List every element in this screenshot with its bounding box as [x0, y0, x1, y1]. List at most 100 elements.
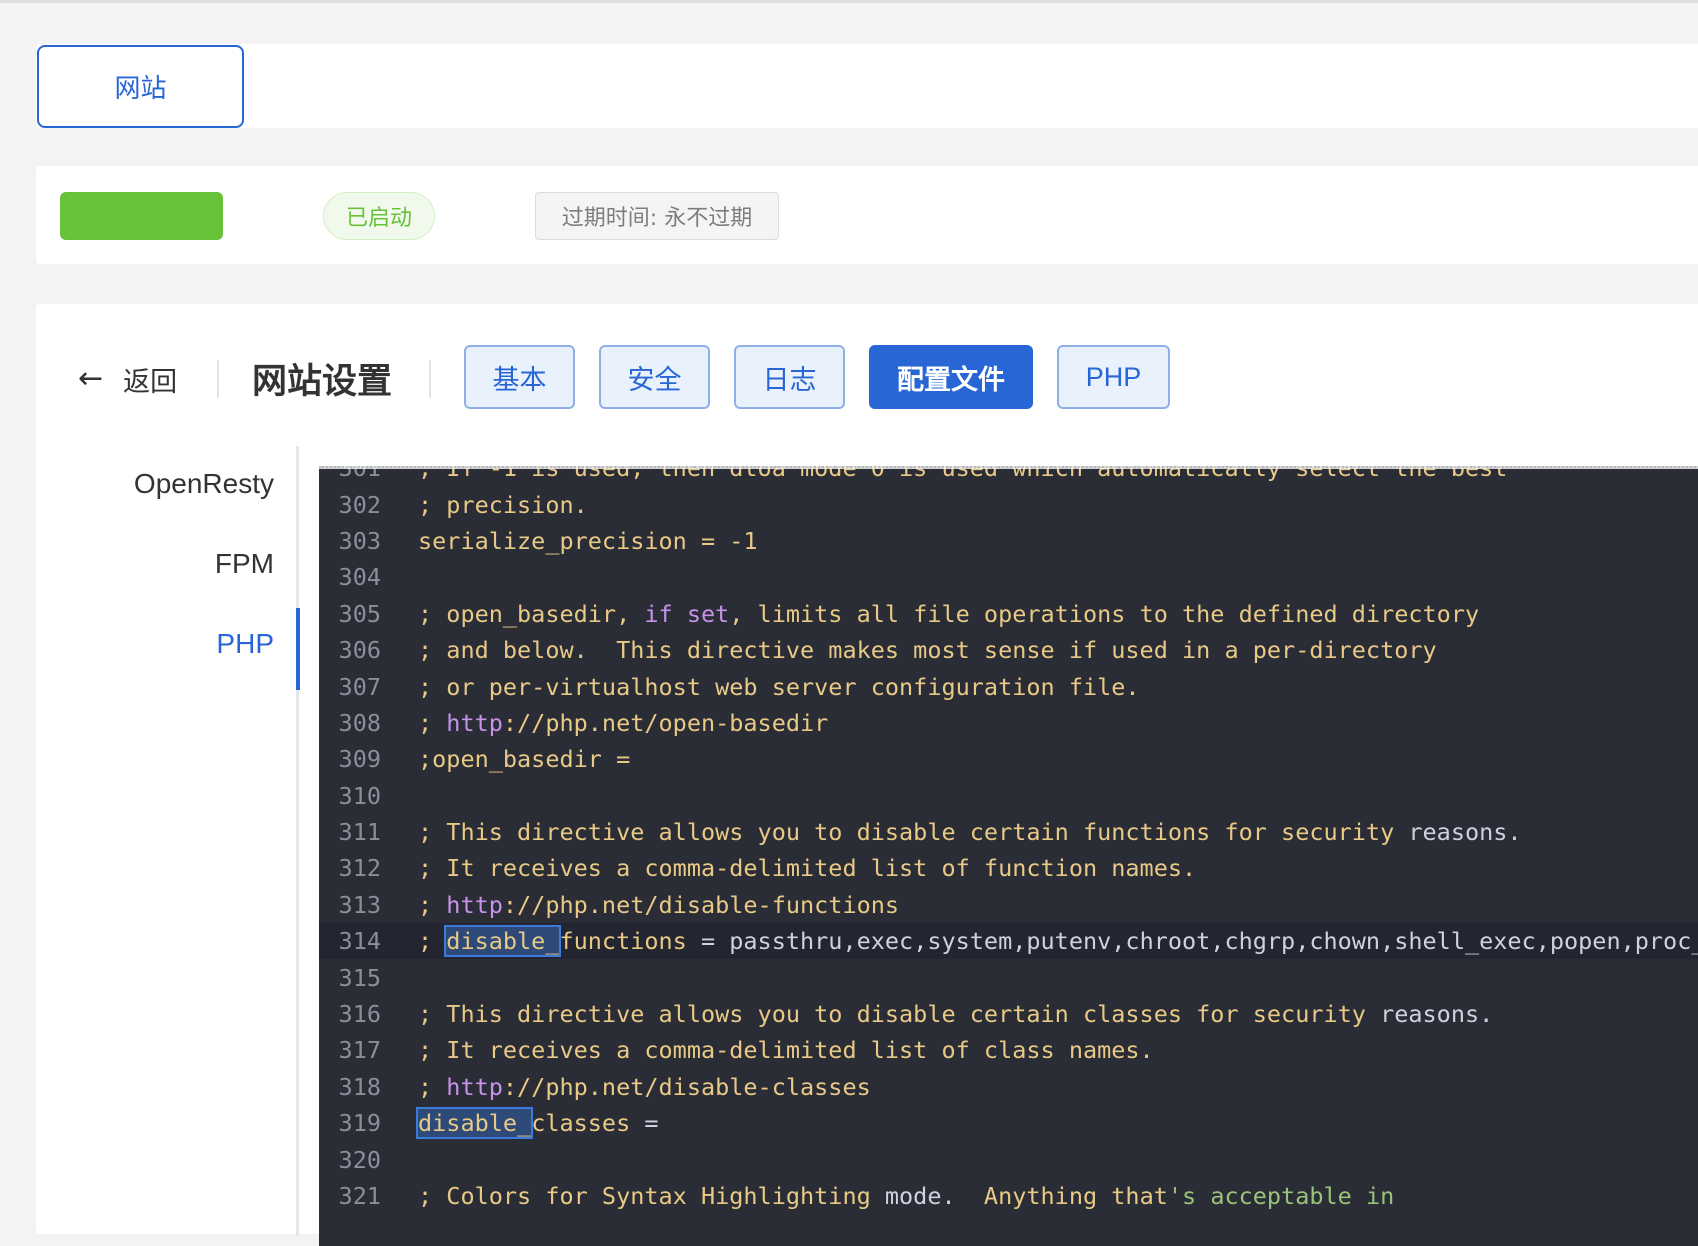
line-number: 318	[338, 1072, 381, 1101]
code-token: =	[644, 1109, 659, 1138]
line-number: 308	[338, 708, 381, 737]
code-token: ; This directive allows you to disable c…	[418, 818, 1409, 847]
line-code: ; http://php.net/disable-classes	[418, 1073, 871, 1101]
back-button[interactable]: ← 返回	[78, 354, 177, 404]
code-line: 302 ; precision.	[319, 486, 1698, 522]
line-number: 307	[338, 672, 381, 701]
code-token: reasons.	[1380, 1000, 1494, 1029]
line-number: 302	[338, 490, 381, 519]
code-token: ; It receives a comma-delimited list of …	[418, 854, 1197, 883]
code-line: 306 ; and below. This directive makes mos…	[319, 632, 1698, 668]
code-line: 313; http://php.net/disable-functions	[319, 887, 1698, 923]
code-line: 316 ; This directive allows you to disabl…	[319, 996, 1698, 1032]
tab-logs[interactable]: 日志	[734, 345, 845, 409]
code-token: ://php.net/disable-classes	[502, 1072, 871, 1101]
side-item-php[interactable]: PHP	[36, 604, 304, 684]
settings-card: ← 返回 网站设置 基本 安全 日志 配置文件 PHP OpenResty FP…	[36, 304, 1698, 1246]
line-code: serialize_precision = -1	[418, 527, 758, 555]
code-token: ; It receives a comma-delimited list of …	[418, 1036, 1154, 1065]
code-token: ;open_basedir =	[418, 745, 631, 774]
code-token: disable_	[444, 925, 562, 958]
code-line: 304	[319, 559, 1698, 595]
side-item-openresty[interactable]: OpenResty	[36, 444, 304, 524]
editor-scroll-edge	[319, 466, 1698, 469]
tab-php[interactable]: PHP	[1057, 345, 1170, 409]
code-line: 315	[319, 959, 1698, 995]
line-code: ; http://php.net/open-basedir	[418, 709, 828, 737]
line-number: 310	[338, 781, 381, 810]
line-code: ; Colors for Syntax Highlighting mode. A…	[418, 1182, 1394, 1210]
line-code: ; It receives a comma-delimited list of …	[418, 1036, 1154, 1064]
line-code: ; http://php.net/disable-functions	[418, 891, 899, 919]
code-token: Anything that	[955, 1182, 1168, 1210]
code-lines: 301; If -1 is used, then dtoa mode 0 is …	[319, 466, 1698, 1214]
code-token: , limits all file operations to the defi…	[729, 599, 1480, 628]
code-token: functions	[559, 927, 701, 956]
code-token: ; or per-virtualhost web server configur…	[418, 672, 1140, 701]
site-name-badge	[60, 192, 223, 240]
divider	[217, 360, 219, 398]
code-token: classes	[531, 1109, 645, 1138]
code-token: ;	[418, 1072, 447, 1101]
line-code: disable_classes =	[415, 1107, 659, 1140]
config-code-editor[interactable]: 301; If -1 is used, then dtoa mode 0 is …	[319, 466, 1698, 1246]
divider	[429, 360, 431, 398]
code-token: reasons.	[1408, 818, 1522, 847]
line-number: 311	[338, 818, 381, 847]
code-token: ; open_basedir,	[418, 599, 645, 628]
line-code: ; or per-virtualhost web server configur…	[418, 673, 1140, 701]
code-line: 319 disable_classes =	[319, 1105, 1698, 1141]
line-code: ; This directive allows you to disable c…	[418, 818, 1522, 846]
status-badge: 已启动	[323, 192, 435, 240]
code-token: ;	[418, 890, 447, 919]
expire-tag: 过期时间: 永不过期	[535, 192, 779, 240]
code-token: ; This directive allows you to disable c…	[418, 1000, 1381, 1029]
line-code: ; It receives a comma-delimited list of …	[418, 854, 1196, 882]
line-code: ;open_basedir =	[418, 745, 630, 773]
code-line: 308; http://php.net/open-basedir	[319, 705, 1698, 741]
code-token: mode.	[884, 1182, 956, 1210]
tab-security[interactable]: 安全	[599, 345, 710, 409]
side-menu-rail	[296, 446, 299, 1236]
line-number: 304	[338, 563, 381, 592]
code-token: ://php.net/disable-functions	[502, 890, 900, 919]
line-number: 303	[338, 526, 381, 555]
code-line: 307 ; or per-virtualhost web server confi…	[319, 668, 1698, 704]
code-token: http	[446, 1072, 503, 1101]
line-number: 314	[338, 927, 381, 956]
site-type-tab[interactable]: 网站	[37, 45, 244, 128]
code-token: ;	[418, 708, 447, 737]
code-line: 314 ; disable_functions = passthru,exec,s…	[319, 923, 1698, 960]
line-code: ; disable_functions = passthru,exec,syst…	[418, 925, 1698, 958]
side-item-fpm[interactable]: FPM	[36, 524, 304, 604]
tab-config-file[interactable]: 配置文件	[869, 345, 1033, 409]
site-status-card: 已启动 过期时间: 永不过期	[36, 166, 1698, 264]
arrow-left-icon: ←	[78, 361, 104, 396]
line-code: ; open_basedir, if set, limits all file …	[418, 600, 1479, 628]
code-token: ://php.net/open-basedir	[502, 708, 829, 737]
side-menu: OpenResty FPM PHP	[36, 444, 304, 684]
code-token: disable_	[415, 1107, 534, 1140]
code-line: 312 ; It receives a comma-delimited list …	[319, 850, 1698, 886]
code-token: http	[446, 708, 503, 737]
tab-basic[interactable]: 基本	[464, 345, 575, 409]
code-token: serialize_precision = -1	[418, 526, 758, 555]
line-code: ; This directive allows you to disable c…	[418, 1000, 1493, 1028]
code-token: 's acceptable in	[1167, 1182, 1395, 1210]
code-line: 311 ; This directive allows you to disabl…	[319, 814, 1698, 850]
code-line: 310	[319, 778, 1698, 814]
line-number: 319	[338, 1109, 381, 1138]
code-token: if set	[644, 599, 730, 628]
code-line: 318; http://php.net/disable-classes	[319, 1069, 1698, 1105]
code-line: 320	[319, 1141, 1698, 1177]
code-line: 321 ; Colors for Syntax Highlighting mode…	[319, 1178, 1698, 1214]
code-line: 301; If -1 is used, then dtoa mode 0 is …	[319, 466, 1698, 486]
code-token: http	[446, 890, 503, 919]
line-number: 321	[338, 1182, 381, 1210]
line-number: 316	[338, 1000, 381, 1029]
back-label: 返回	[123, 366, 178, 398]
code-line: 303 serialize_precision = -1	[319, 523, 1698, 559]
line-number: 312	[338, 854, 381, 883]
line-code: ; precision.	[418, 491, 588, 519]
code-token: ; precision.	[418, 490, 588, 519]
